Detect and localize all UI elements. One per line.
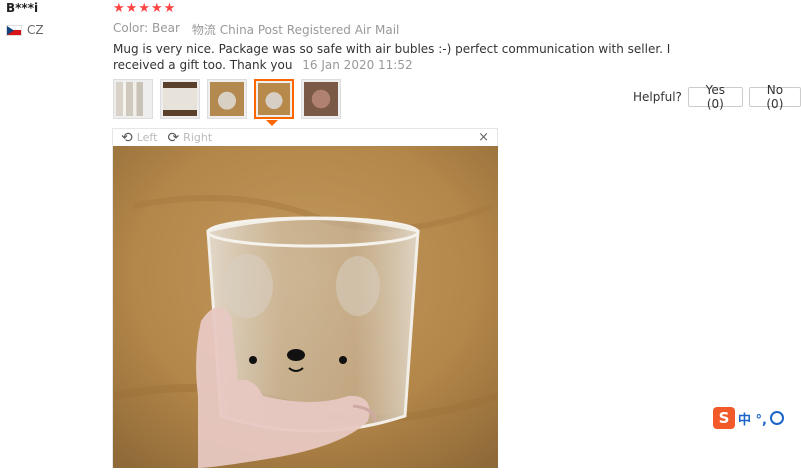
helpful-vote: Helpful? Yes (0) No (0) xyxy=(633,83,801,111)
review-photo xyxy=(113,146,498,468)
helpful-label: Helpful? xyxy=(633,90,682,104)
star-icon: ★ xyxy=(163,1,176,16)
shipping-info: 物流 China Post Registered Air Mail xyxy=(192,21,399,38)
photo-thumbnail-bubble-wrap[interactable] xyxy=(113,79,153,119)
ime-toolbar[interactable]: S 中 °, xyxy=(713,407,784,429)
review-body: Mug is very nice. Package was so safe wi… xyxy=(113,41,723,73)
star-icon: ★ xyxy=(113,1,125,16)
shipping-value: China Post Registered Air Mail xyxy=(219,23,400,37)
color-value: Bear xyxy=(152,21,180,35)
rotate-left-icon[interactable]: ⟲ xyxy=(121,131,133,145)
rotate-left-label[interactable]: Left xyxy=(137,131,158,144)
helpful-yes-button[interactable]: Yes (0) xyxy=(687,83,743,111)
helpful-no-button[interactable]: No (0) xyxy=(748,83,801,111)
rotate-right-icon[interactable]: ⟳ xyxy=(167,131,179,145)
close-icon[interactable]: × xyxy=(478,130,489,145)
color-label: Color: xyxy=(113,21,149,35)
czech-flag-icon xyxy=(6,24,22,36)
active-thumbnail-indicator xyxy=(266,120,278,126)
shipping-label: 物流 xyxy=(191,23,216,37)
review-date: 16 Jan 2020 11:52 xyxy=(302,58,413,72)
star-icon: ★ xyxy=(150,1,163,16)
photo-thumbnail-gift[interactable] xyxy=(301,79,341,119)
ime-emoji-icon[interactable] xyxy=(769,411,784,425)
reviewer-country: CZ xyxy=(6,23,44,37)
ime-mode[interactable]: 中 °, xyxy=(738,409,767,428)
order-info: Color: Bear 物流 China Post Registered Air… xyxy=(113,21,399,38)
sogou-logo-icon[interactable]: S xyxy=(713,407,735,429)
photo-thumbnail-mug-hand[interactable] xyxy=(254,79,294,119)
photo-thumbnail-mug[interactable] xyxy=(207,79,247,119)
color-info: Color: Bear xyxy=(113,21,180,38)
star-icon: ★ xyxy=(125,1,138,16)
viewer-toolbar: ⟲ Left ⟳ Right × xyxy=(113,129,497,146)
star-rating: ★ ★ ★ ★ ★ xyxy=(113,2,175,15)
reviewer-name: B***i xyxy=(6,1,39,15)
photo-thumbnails xyxy=(113,79,341,119)
country-code: CZ xyxy=(27,23,44,37)
star-icon: ★ xyxy=(138,1,150,16)
photo-thumbnail-package[interactable] xyxy=(160,79,200,119)
photo-viewer: ⟲ Left ⟳ Right × xyxy=(112,128,498,468)
rotate-right-label[interactable]: Right xyxy=(183,131,212,144)
